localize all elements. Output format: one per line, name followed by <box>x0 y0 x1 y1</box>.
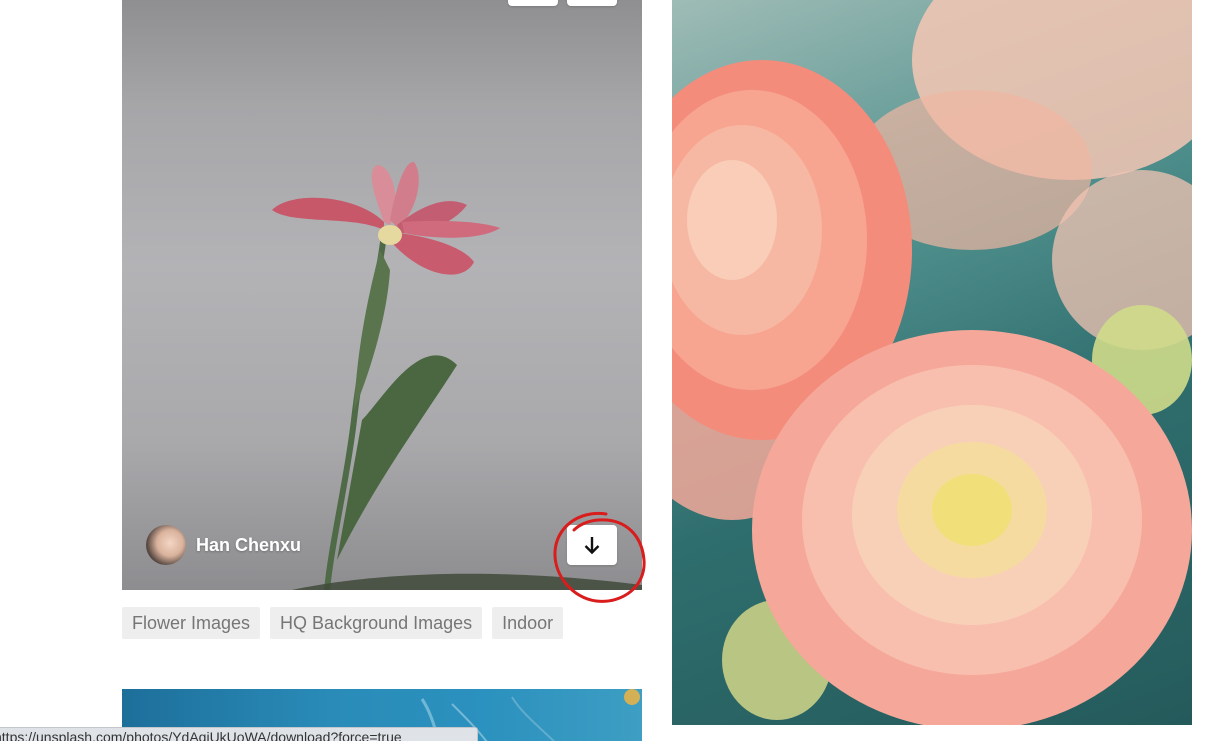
photo-card-iris[interactable]: Han Chenxu <box>122 0 642 590</box>
avatar[interactable] <box>146 525 186 565</box>
author-name[interactable]: Han Chenxu <box>196 535 301 556</box>
author[interactable]: Han Chenxu <box>146 525 301 565</box>
tag-hq-background-images[interactable]: HQ Background Images <box>270 607 483 639</box>
status-bar-url: https://unsplash.com/photos/YdAqiUkUoWA/… <box>0 727 478 741</box>
arrow-down-icon <box>584 537 600 555</box>
like-button[interactable] <box>508 0 558 6</box>
add-to-collection-button[interactable] <box>567 0 617 6</box>
download-button[interactable] <box>567 525 617 565</box>
photo-card-dahlias[interactable] <box>672 0 1192 725</box>
dahlia-photo <box>672 0 1192 725</box>
tag-list: Flower Images HQ Background Images Indoo… <box>122 607 564 639</box>
tag-indoor[interactable]: Indoor <box>492 607 564 639</box>
iris-photo <box>272 161 642 590</box>
page: Han Chenxu Flower Images HQ Background I… <box>0 0 1211 741</box>
tag-flower-images[interactable]: Flower Images <box>122 607 261 639</box>
